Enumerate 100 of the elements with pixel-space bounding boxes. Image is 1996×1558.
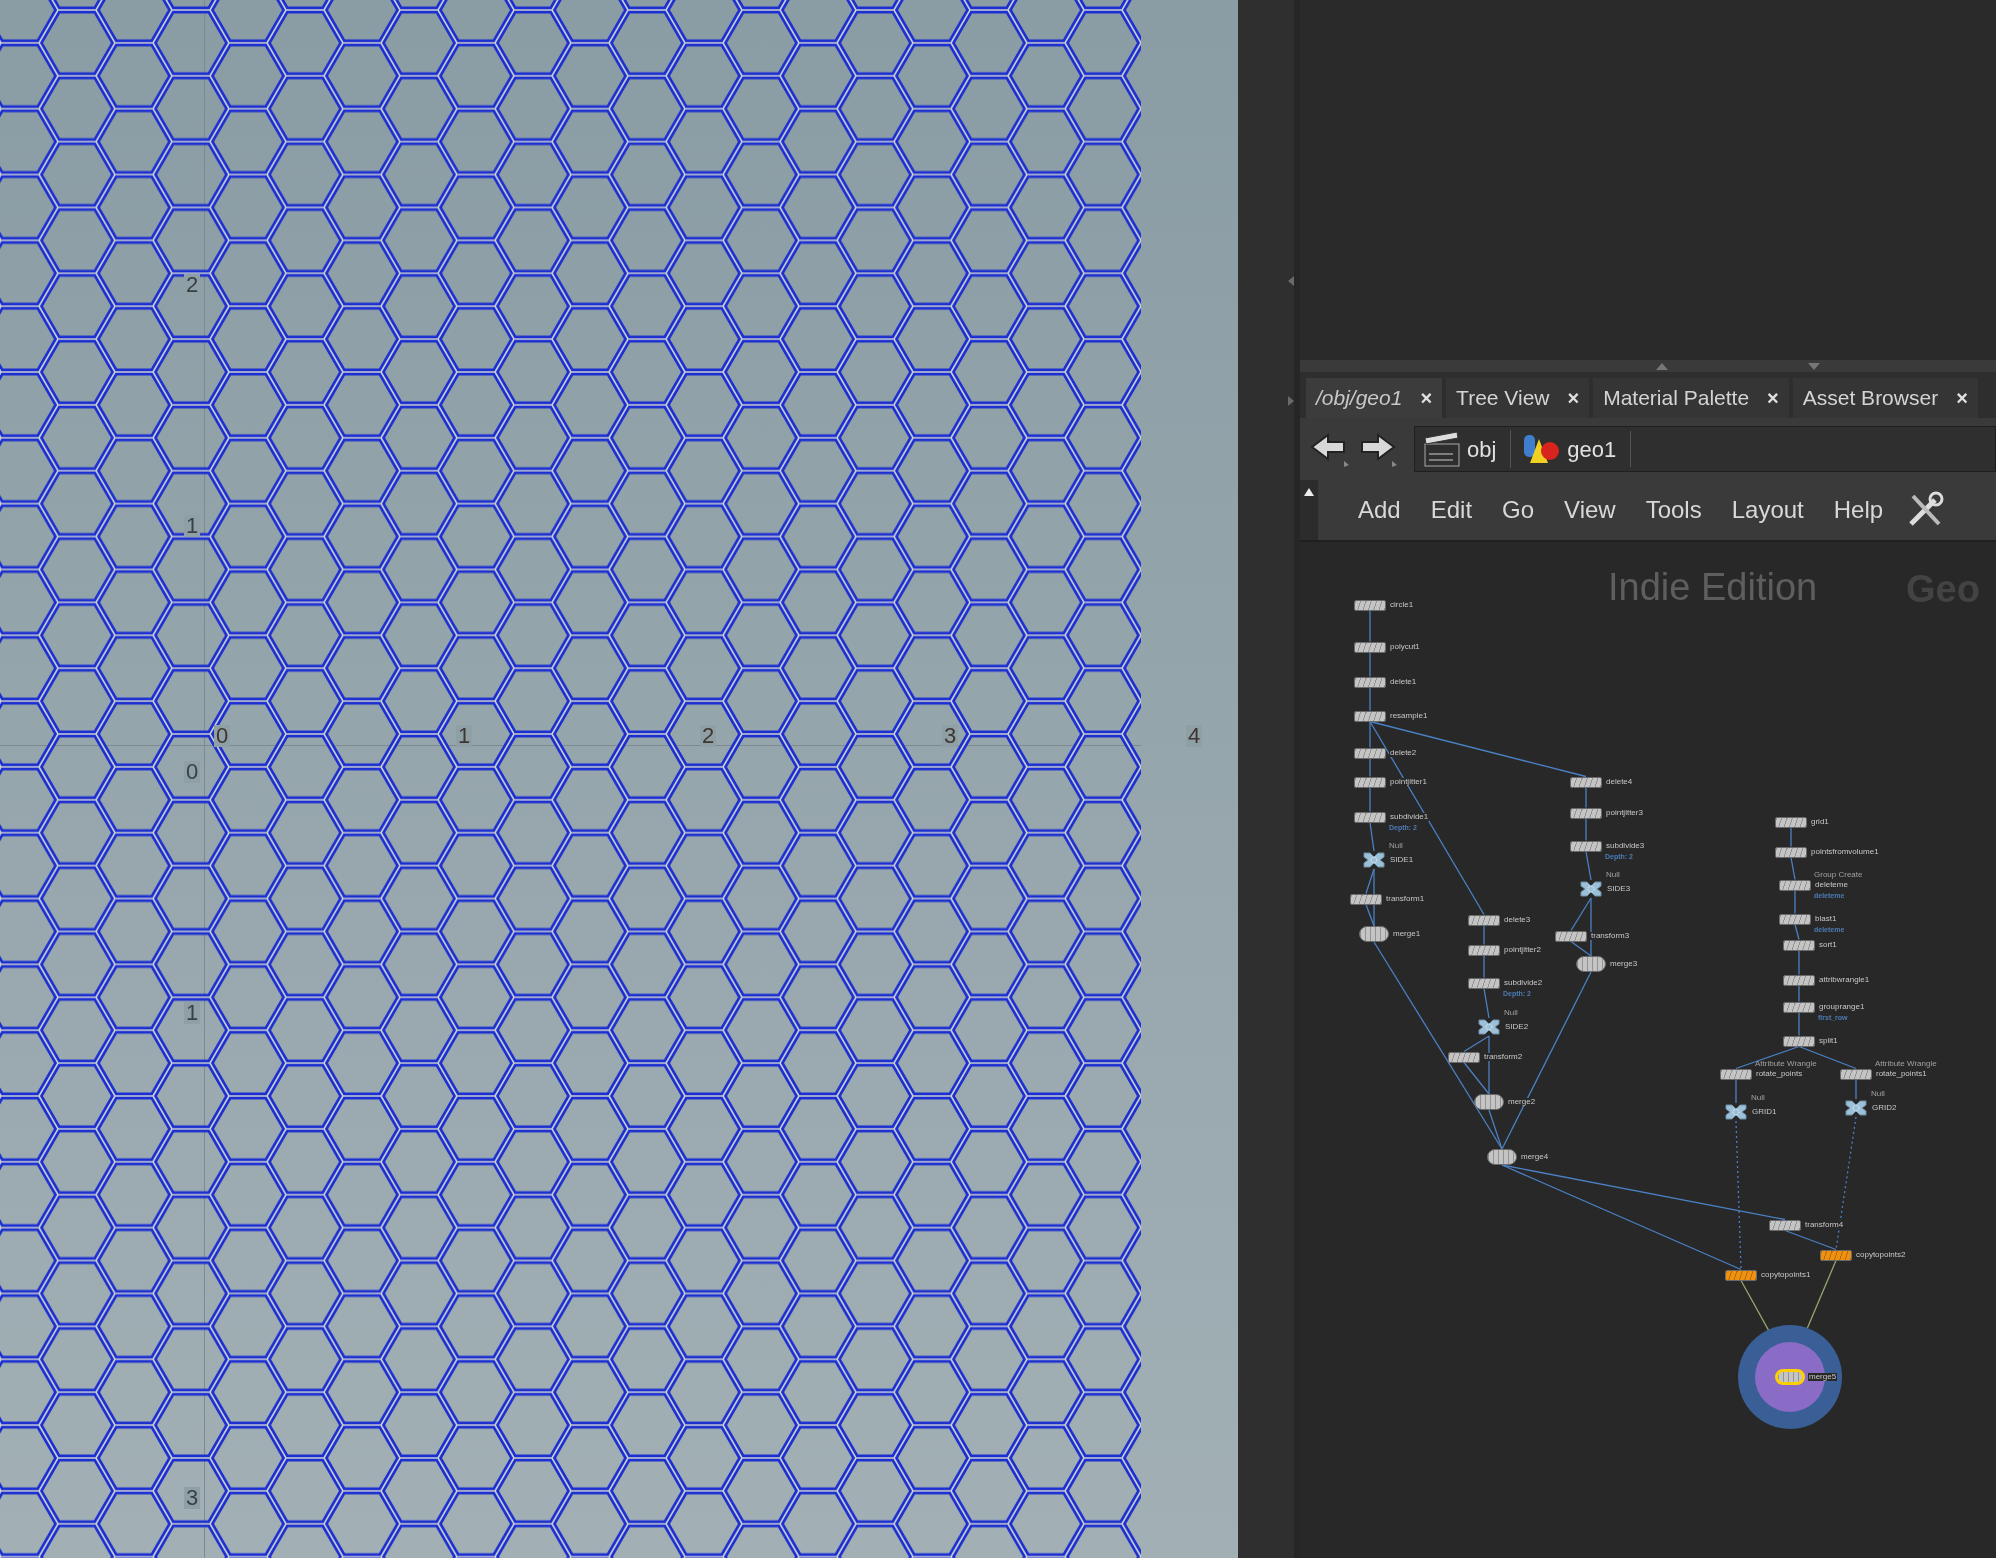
node[interactable] — [1468, 944, 1500, 956]
null-node[interactable] — [1724, 1103, 1748, 1121]
node-label: grouprange1 — [1818, 1003, 1866, 1011]
node-label: copytopoints1 — [1760, 1271, 1812, 1279]
node[interactable] — [1840, 1068, 1872, 1080]
node-label: merge2 — [1507, 1098, 1537, 1106]
tab[interactable]: Asset Browser × — [1792, 378, 1978, 418]
node-label: delete3 — [1503, 916, 1532, 924]
null-node[interactable] — [1844, 1099, 1868, 1117]
node[interactable] — [1570, 776, 1602, 788]
node[interactable] — [1783, 974, 1815, 986]
forward-arrow-icon[interactable] — [1358, 431, 1398, 467]
node[interactable] — [1779, 913, 1811, 925]
menu-item[interactable]: Add — [1358, 492, 1401, 528]
node-type-label: Null — [1871, 1090, 1885, 1098]
node[interactable] — [1775, 846, 1807, 858]
node[interactable] — [1354, 599, 1386, 611]
menu-item[interactable]: Edit — [1430, 492, 1473, 528]
back-arrow-icon[interactable] — [1310, 431, 1350, 467]
null-node[interactable] — [1362, 851, 1386, 869]
up-arrow-icon[interactable] — [1304, 488, 1314, 496]
node-wire — [1794, 889, 1796, 915]
node-label: transform3 — [1590, 932, 1631, 940]
node-label: delete1 — [1389, 678, 1418, 686]
node[interactable] — [1354, 710, 1386, 722]
node[interactable] — [1720, 1068, 1752, 1080]
node[interactable] — [1354, 676, 1386, 688]
merge-node[interactable] — [1487, 1149, 1517, 1165]
node-label: sort1 — [1818, 941, 1838, 949]
tab[interactable]: Material Palette × — [1593, 378, 1789, 418]
node-label: blast1 — [1814, 915, 1838, 923]
menu-item[interactable]: Go — [1502, 492, 1535, 528]
node-label: merge3 — [1609, 960, 1639, 968]
node[interactable] — [1354, 776, 1386, 788]
node-label: SIDE1 — [1389, 856, 1415, 864]
node-label: merge4 — [1520, 1153, 1550, 1161]
collapse-arrow-icon[interactable] — [1288, 276, 1294, 286]
node[interactable] — [1769, 1219, 1801, 1231]
node-label: merge5 — [1808, 1373, 1838, 1381]
node[interactable] — [1783, 1035, 1815, 1047]
breadcrumb[interactable]: obj — [1423, 430, 1512, 468]
node-label: delete2 — [1389, 749, 1418, 757]
axis-label: 1 — [184, 1002, 201, 1024]
node[interactable] — [1468, 914, 1500, 926]
node[interactable] — [1725, 1269, 1757, 1281]
node-label: rotate_points1 — [1875, 1070, 1928, 1078]
menu-item[interactable]: View — [1564, 492, 1616, 528]
node[interactable] — [1570, 840, 1602, 852]
node-wire — [1585, 850, 1592, 881]
node-label: merge1 — [1392, 930, 1422, 938]
node-wire — [1790, 826, 1792, 848]
axis-label: 0 — [214, 725, 231, 747]
splitter-up-icon[interactable] — [1656, 362, 1668, 370]
node-wire — [1790, 856, 1796, 881]
node-type-label: Null — [1389, 842, 1403, 850]
node-wire — [1585, 786, 1587, 809]
node[interactable] — [1779, 879, 1811, 891]
node[interactable] — [1820, 1249, 1852, 1261]
menu-item[interactable]: Layout — [1731, 492, 1804, 528]
node-wire — [1798, 984, 1800, 1003]
breadcrumb[interactable]: geo1 — [1521, 431, 1632, 467]
merge-node[interactable] — [1576, 956, 1606, 972]
node-label: subdivide2 — [1503, 979, 1544, 987]
close-icon[interactable]: × — [1956, 383, 1968, 413]
null-node[interactable] — [1579, 880, 1603, 898]
node[interactable] — [1468, 977, 1500, 989]
node-label: SIDE3 — [1606, 885, 1632, 893]
splitter-down-icon[interactable] — [1808, 362, 1820, 370]
node[interactable] — [1555, 930, 1587, 942]
axis-label: 1 — [184, 515, 201, 537]
node[interactable] — [1350, 893, 1382, 905]
node-wire — [1735, 1078, 1737, 1104]
node-label: subdivide1 — [1389, 813, 1430, 821]
node-wire — [1798, 949, 1800, 976]
node-label: delete4 — [1605, 778, 1634, 786]
null-node[interactable] — [1477, 1018, 1501, 1036]
node[interactable] — [1783, 939, 1815, 951]
node-wire — [1369, 609, 1371, 643]
node[interactable] — [1354, 641, 1386, 653]
expand-arrow-icon[interactable] — [1288, 396, 1294, 406]
node[interactable] — [1448, 1051, 1480, 1063]
close-icon[interactable]: × — [1767, 383, 1779, 413]
tab[interactable]: /obj/geo1 × — [1306, 378, 1443, 418]
close-icon[interactable]: × — [1567, 383, 1580, 413]
node-label: pointsfromvolume1 — [1810, 848, 1880, 856]
clapperboard-icon — [1423, 430, 1461, 468]
node[interactable] — [1775, 816, 1807, 828]
tab[interactable]: Tree View × — [1446, 378, 1590, 418]
node[interactable] — [1783, 1001, 1815, 1013]
menu-item[interactable]: Help — [1833, 492, 1884, 528]
node[interactable] — [1354, 747, 1386, 759]
node[interactable] — [1570, 807, 1602, 819]
node-wire — [1369, 686, 1371, 712]
node-type-label: Null — [1751, 1094, 1765, 1102]
node[interactable] — [1354, 811, 1386, 823]
merge-node[interactable] — [1359, 926, 1389, 942]
node-type-label: Group Create — [1814, 870, 1863, 879]
menu-item[interactable]: Tools — [1645, 492, 1702, 528]
close-icon[interactable]: × — [1420, 383, 1433, 413]
merge-node[interactable] — [1474, 1094, 1504, 1110]
